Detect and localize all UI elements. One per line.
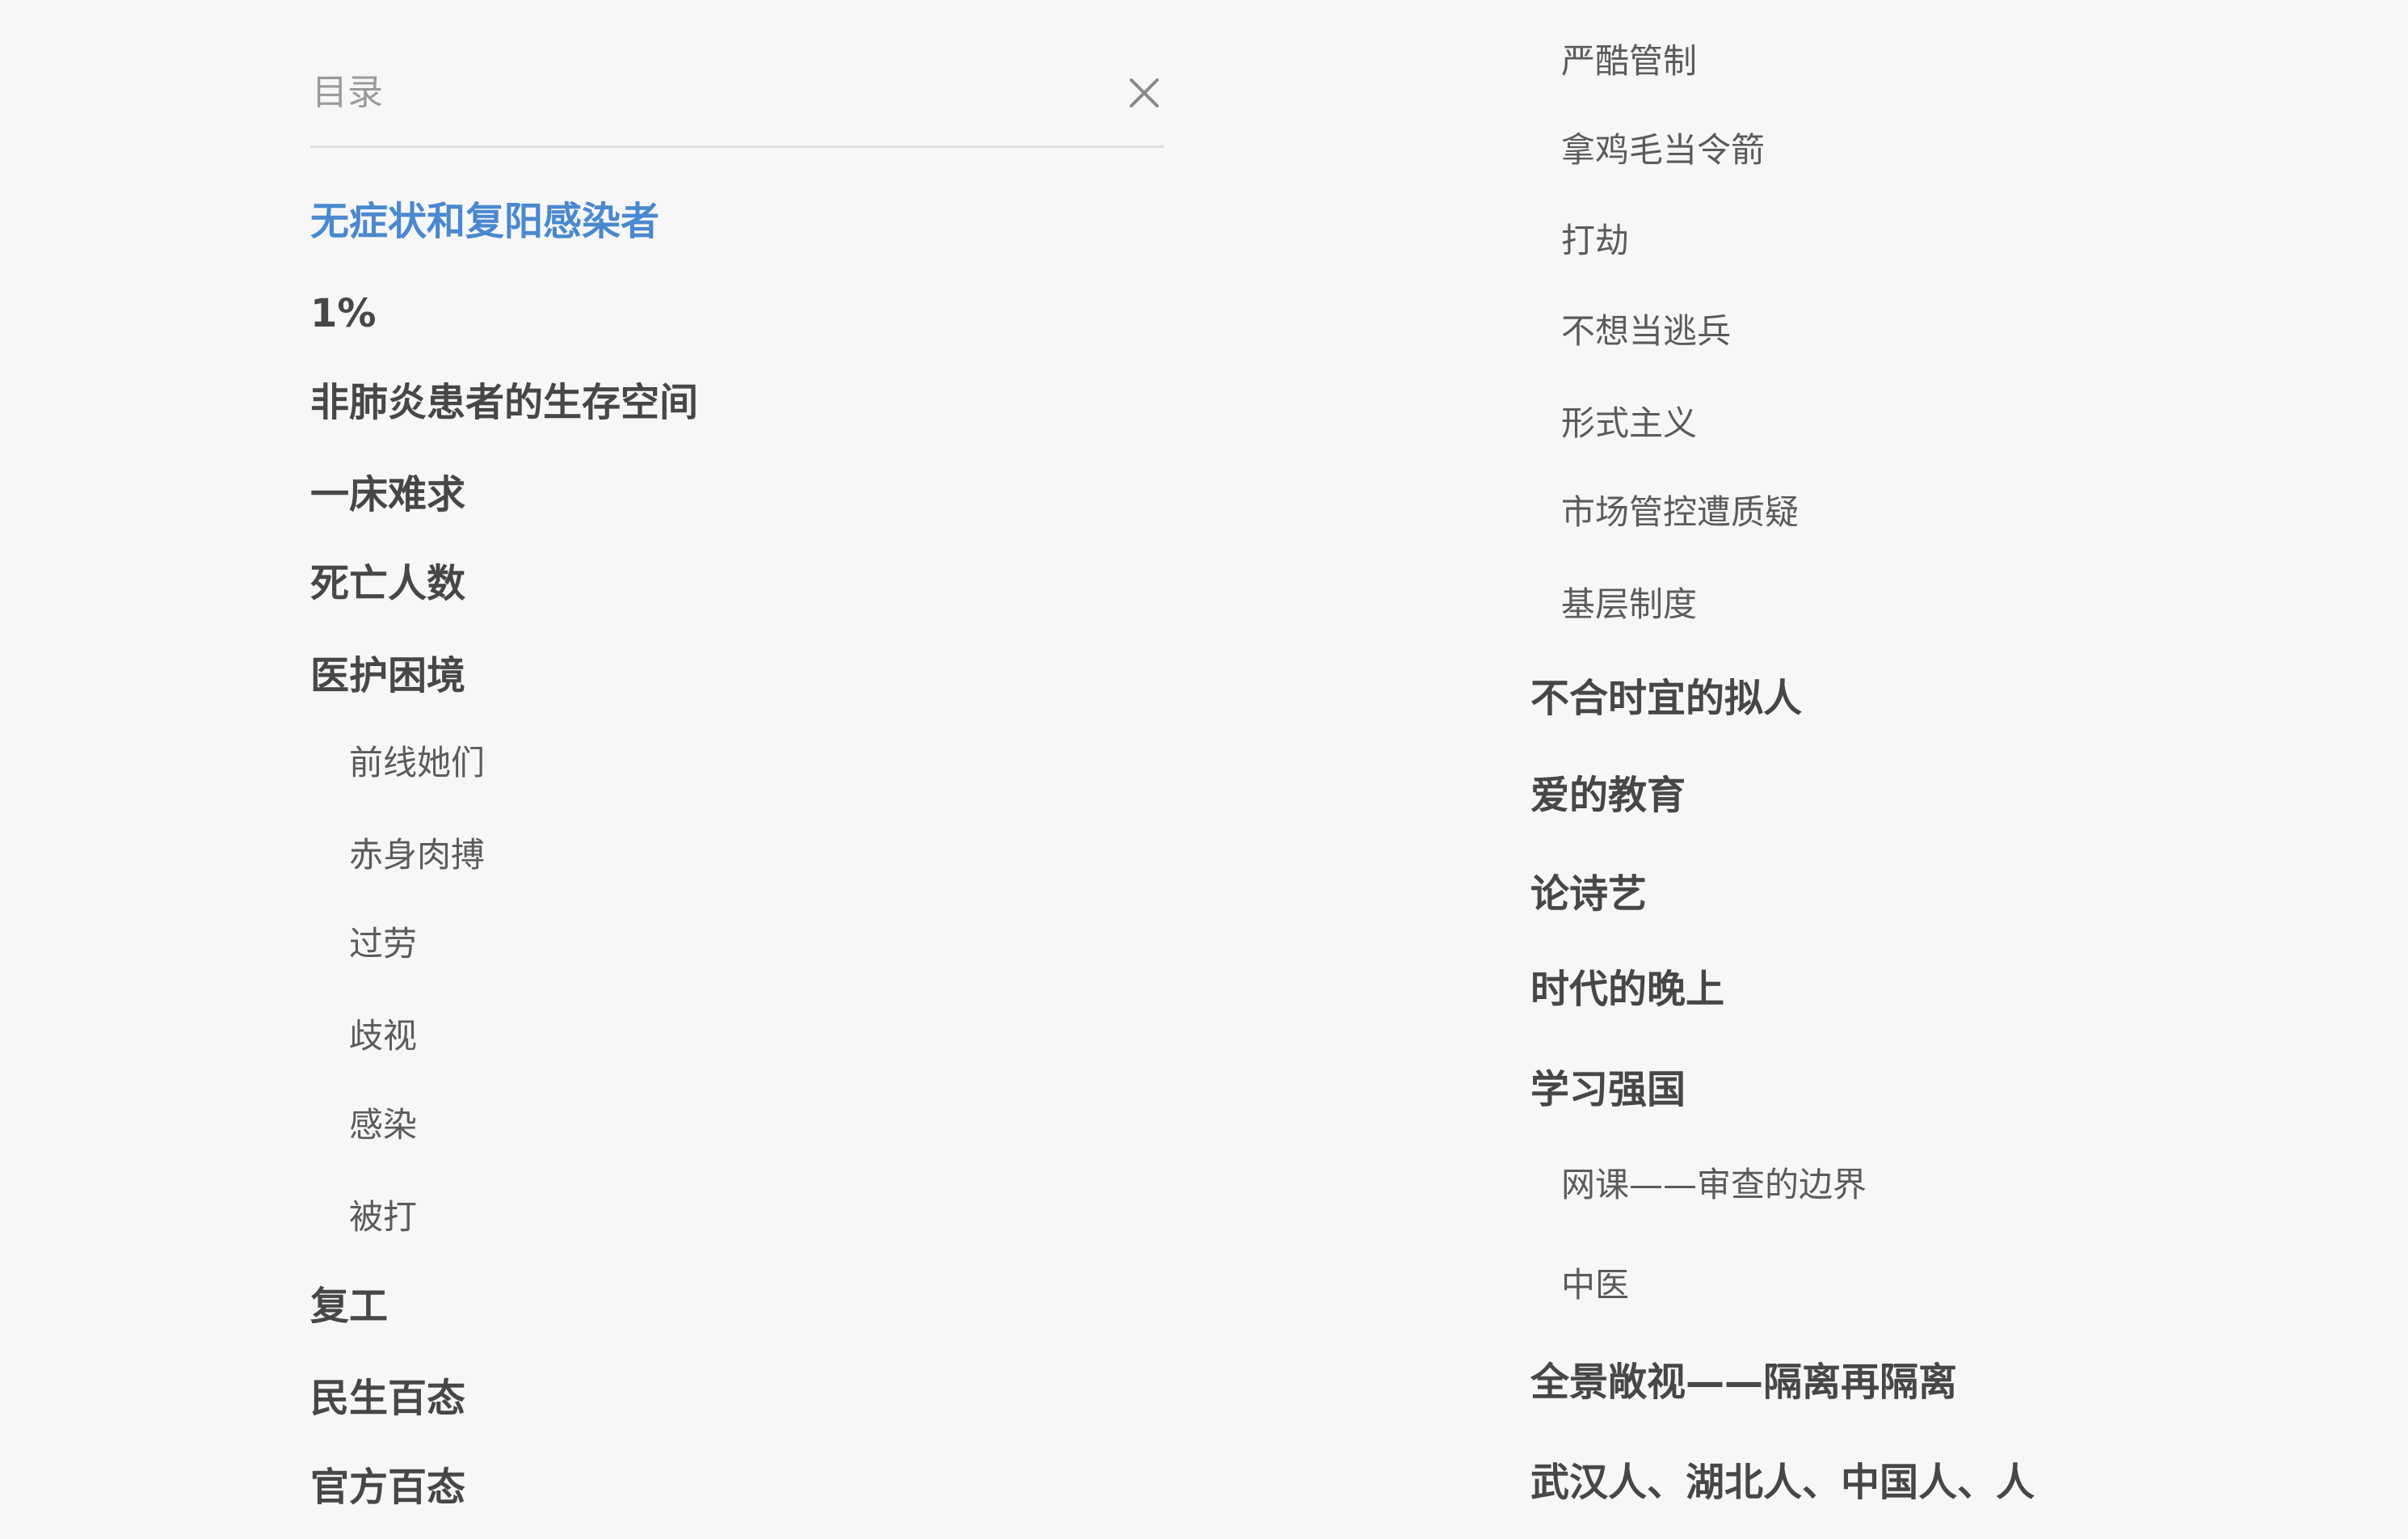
toc-entry-left-3[interactable]: 一床难求 (310, 475, 465, 514)
toc-entry-left-7[interactable]: 赤身肉搏 (349, 838, 485, 872)
toc-entry-left-4[interactable]: 死亡人数 (310, 564, 465, 603)
toc-entry-left-11[interactable]: 被打 (349, 1200, 417, 1234)
toc-entry-right-6[interactable]: 基层制度 (1561, 588, 1697, 622)
toc-entry-right-3[interactable]: 不想当逃兵 (1561, 314, 1731, 348)
toc-header: 目录 (310, 57, 1164, 148)
toc-entry-right-0[interactable]: 严酷管制 (1561, 44, 1697, 78)
toc-entry-left-5[interactable]: 医护困境 (310, 656, 465, 695)
toc-entry-right-5[interactable]: 市场管控遭质疑 (1561, 495, 1799, 529)
toc-entry-right-7[interactable]: 不合时宜的拟人 (1530, 679, 1802, 718)
toc-entry-right-11[interactable]: 学习强国 (1530, 1070, 1686, 1109)
toc-entry-left-12[interactable]: 复工 (310, 1287, 388, 1326)
toc-panel: 目录 无症状和复阳感染者 1% 非肺炎患者的生存空间 一床难求死亡人数医护困境前线她们… (0, 0, 2408, 1539)
toc-entry-right-15[interactable]: 武汉人、湖北人、中国人、人 (1530, 1463, 2035, 1502)
toc-entry-right-1[interactable]: 拿鸡毛当令箭 (1561, 133, 1765, 167)
toc-entry-right-9[interactable]: 论诗艺 (1530, 875, 1647, 913)
close-icon (1130, 78, 1159, 108)
toc-entry-left-0[interactable]: 无症状和复阳感染者 (310, 202, 659, 241)
toc-entry-right-14[interactable]: 全景敞视——隔离再隔离 (1530, 1363, 1957, 1402)
toc-title: 目录 (312, 72, 383, 113)
toc-entry-right-2[interactable]: 打劫 (1561, 224, 1629, 258)
toc-entry-left-1[interactable]: 1% (310, 294, 377, 333)
toc-entry-right-10[interactable]: 时代的晚上 (1530, 970, 1724, 1009)
toc-entry-left-10[interactable]: 感染 (349, 1108, 417, 1142)
toc-entry-left-2[interactable]: 非肺炎患者的生存空间 (310, 383, 698, 422)
toc-entry-right-4[interactable]: 形式主义 (1561, 407, 1697, 441)
toc-entry-left-9[interactable]: 歧视 (349, 1019, 417, 1053)
toc-entry-right-13[interactable]: 中医 (1561, 1268, 1629, 1302)
close-button[interactable] (1125, 74, 1164, 112)
toc-entry-right-8[interactable]: 爱的教育 (1530, 776, 1686, 815)
toc-entry-left-14[interactable]: 官方百态 (310, 1468, 465, 1507)
toc-entry-left-13[interactable]: 民生百态 (310, 1379, 465, 1418)
toc-entry-left-6[interactable]: 前线她们 (349, 746, 485, 780)
toc-entry-right-12[interactable]: 网课——审查的边界 (1561, 1168, 1867, 1202)
toc-entry-left-8[interactable]: 过劳 (349, 927, 417, 961)
